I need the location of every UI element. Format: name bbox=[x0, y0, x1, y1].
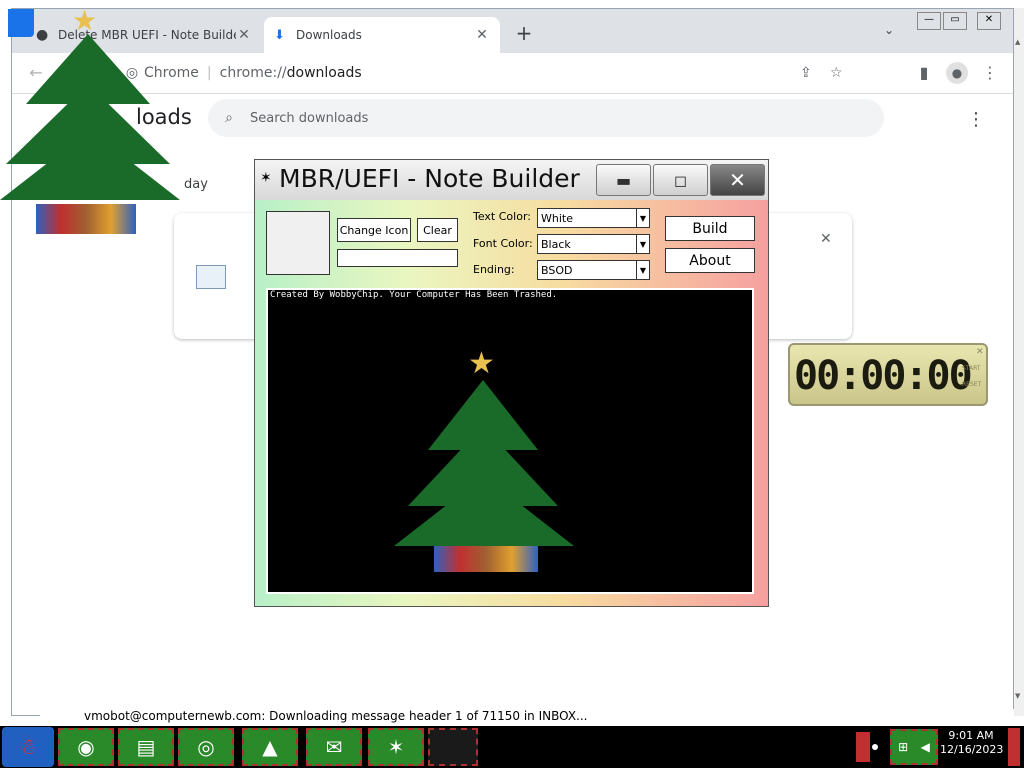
scrollbar[interactable]: ▲ ▼ bbox=[1014, 8, 1024, 716]
taskbar-divider bbox=[428, 728, 478, 766]
change-icon-button[interactable]: Change Icon bbox=[337, 218, 411, 242]
note-builder-taskbar-icon[interactable]: ✶ bbox=[368, 728, 424, 766]
christmas-tree-image: ★ bbox=[388, 346, 588, 578]
tab-downloads[interactable]: ⬇ Downloads ✕ bbox=[264, 17, 500, 53]
more-actions-icon[interactable]: ⋮ bbox=[967, 109, 985, 130]
ending-label: Ending: bbox=[473, 263, 515, 276]
remove-download-icon[interactable]: ✕ bbox=[820, 231, 832, 247]
taskbar-clock[interactable]: 9:01 AM 12/16/2023 bbox=[940, 729, 1004, 757]
omnibox[interactable]: ◎ Chrome | chrome:// downloads ⇪ ☆ bbox=[120, 58, 860, 88]
search-downloads[interactable]: ⌕ Search downloads bbox=[208, 99, 884, 137]
build-button[interactable]: Build bbox=[665, 216, 755, 241]
show-hidden-icons[interactable] bbox=[856, 732, 870, 762]
new-tab-button[interactable]: + bbox=[512, 21, 536, 45]
profile-avatar[interactable]: ● bbox=[946, 62, 968, 84]
text-color-label: Text Color: bbox=[473, 210, 531, 223]
search-input[interactable]: Search downloads bbox=[250, 111, 368, 126]
search-icon: ⌕ bbox=[225, 110, 233, 126]
share-icon[interactable]: ⇪ bbox=[800, 65, 830, 81]
stopwatch-gadget: 00:00:00 ✕ START RESET bbox=[788, 343, 988, 406]
reset-button[interactable]: RESET bbox=[962, 381, 981, 388]
text-color-select[interactable]: White ▼ bbox=[537, 208, 650, 228]
minimize-button[interactable]: — bbox=[917, 12, 941, 30]
maximize-button[interactable]: ◻ bbox=[653, 164, 708, 196]
scroll-down-icon[interactable]: ▼ bbox=[1015, 692, 1020, 700]
note-builder-titlebar[interactable]: ✶ MBR/UEFI - Note Builder ▬ ◻ ✕ bbox=[255, 160, 768, 200]
text-color-value: White bbox=[541, 211, 573, 225]
timer-close-icon[interactable]: ✕ bbox=[976, 347, 984, 357]
menu-icon[interactable]: ⋮ bbox=[978, 63, 1002, 82]
thunderbird-taskbar-icon[interactable]: ✉ bbox=[306, 728, 362, 766]
christmas-tree-desktop-ornament: ★ bbox=[0, 4, 190, 240]
download-icon: ⬇ bbox=[274, 27, 285, 43]
omnibox-divider: | bbox=[206, 65, 212, 81]
icon-preview bbox=[266, 211, 330, 275]
show-desktop-button[interactable] bbox=[1008, 728, 1020, 766]
gifts-icon bbox=[434, 546, 538, 572]
file-explorer-taskbar-icon[interactable]: ▤ bbox=[118, 728, 174, 766]
file-icon bbox=[196, 265, 226, 289]
start-button[interactable]: START bbox=[962, 365, 981, 372]
app-icon: ✶ bbox=[260, 170, 272, 186]
icon-path-field[interactable] bbox=[337, 249, 458, 267]
timer-display: 00:00:00 bbox=[794, 353, 973, 399]
tab-search-icon[interactable]: ⌄ bbox=[884, 23, 894, 37]
star-icon: ★ bbox=[72, 4, 98, 37]
tab-label: Downloads bbox=[296, 28, 362, 42]
maximize-button[interactable]: ▭ bbox=[943, 12, 967, 30]
bookmark-star-icon[interactable]: ☆ bbox=[830, 65, 860, 81]
console-text: Created By WobbyChip. Your Computer Has … bbox=[270, 290, 558, 300]
close-tab-icon[interactable]: ✕ bbox=[236, 27, 252, 43]
scroll-up-icon[interactable]: ▲ bbox=[1015, 38, 1020, 46]
volume-icon[interactable]: ◀ bbox=[921, 740, 930, 754]
close-window-button[interactable]: ✕ bbox=[977, 12, 1001, 30]
clock-time: 9:01 AM bbox=[948, 729, 994, 742]
note-builder-window: ✶ MBR/UEFI - Note Builder ▬ ◻ ✕ Change I… bbox=[254, 159, 769, 607]
clear-button[interactable]: Clear bbox=[417, 218, 458, 242]
chrome-taskbar-icon[interactable]: ◎ bbox=[178, 728, 234, 766]
note-builder-body: Change Icon Clear Text Color: White ▼ Fo… bbox=[255, 200, 768, 606]
star-icon: ★ bbox=[468, 346, 495, 381]
start-button[interactable]: ☃ bbox=[2, 727, 54, 767]
chevron-down-icon[interactable]: ▼ bbox=[636, 209, 649, 227]
ending-value: BSOD bbox=[541, 263, 573, 277]
taskbar: ☃ ◉ ▤ ◎ ▲ ✉ ✶ ⊞ ◀ 9:01 AM 12/16/2023 bbox=[0, 726, 1024, 768]
chevron-down-icon[interactable]: ▼ bbox=[636, 261, 649, 279]
tree-layer bbox=[0, 130, 180, 200]
note-preview-console: Created By WobbyChip. Your Computer Has … bbox=[266, 288, 754, 594]
tray-dot-icon bbox=[872, 744, 878, 750]
about-button[interactable]: About bbox=[665, 248, 755, 273]
chevron-down-icon[interactable]: ▼ bbox=[636, 235, 649, 253]
system-tray: ⊞ ◀ bbox=[890, 729, 938, 765]
font-color-label: Font Color: bbox=[473, 237, 533, 250]
window-title: MBR/UEFI - Note Builder bbox=[279, 164, 580, 193]
mail-status-bar: vmobot@computernewb.com: Downloading mes… bbox=[40, 709, 1024, 726]
close-tab-icon[interactable]: ✕ bbox=[474, 27, 490, 43]
font-color-value: Black bbox=[541, 237, 571, 251]
firefox-taskbar-icon[interactable]: ◉ bbox=[58, 728, 114, 766]
font-color-select[interactable]: Black ▼ bbox=[537, 234, 650, 254]
close-button[interactable]: ✕ bbox=[710, 164, 765, 196]
minimize-button[interactable]: ▬ bbox=[596, 164, 651, 196]
gifts-icon bbox=[36, 204, 136, 234]
clock-date: 12/16/2023 bbox=[940, 743, 1004, 756]
omnibox-url-path: downloads bbox=[286, 65, 362, 81]
ending-select[interactable]: BSOD ▼ bbox=[537, 260, 650, 280]
omnibox-url-prefix: chrome:// bbox=[219, 65, 287, 81]
tree-layer bbox=[394, 476, 574, 546]
side-panel-icon[interactable]: ▮ bbox=[912, 63, 936, 82]
status-text: vmobot@computernewb.com: Downloading mes… bbox=[84, 709, 588, 723]
network-icon[interactable]: ⊞ bbox=[898, 740, 908, 754]
tree-app-taskbar-icon[interactable]: ▲ bbox=[242, 728, 298, 766]
